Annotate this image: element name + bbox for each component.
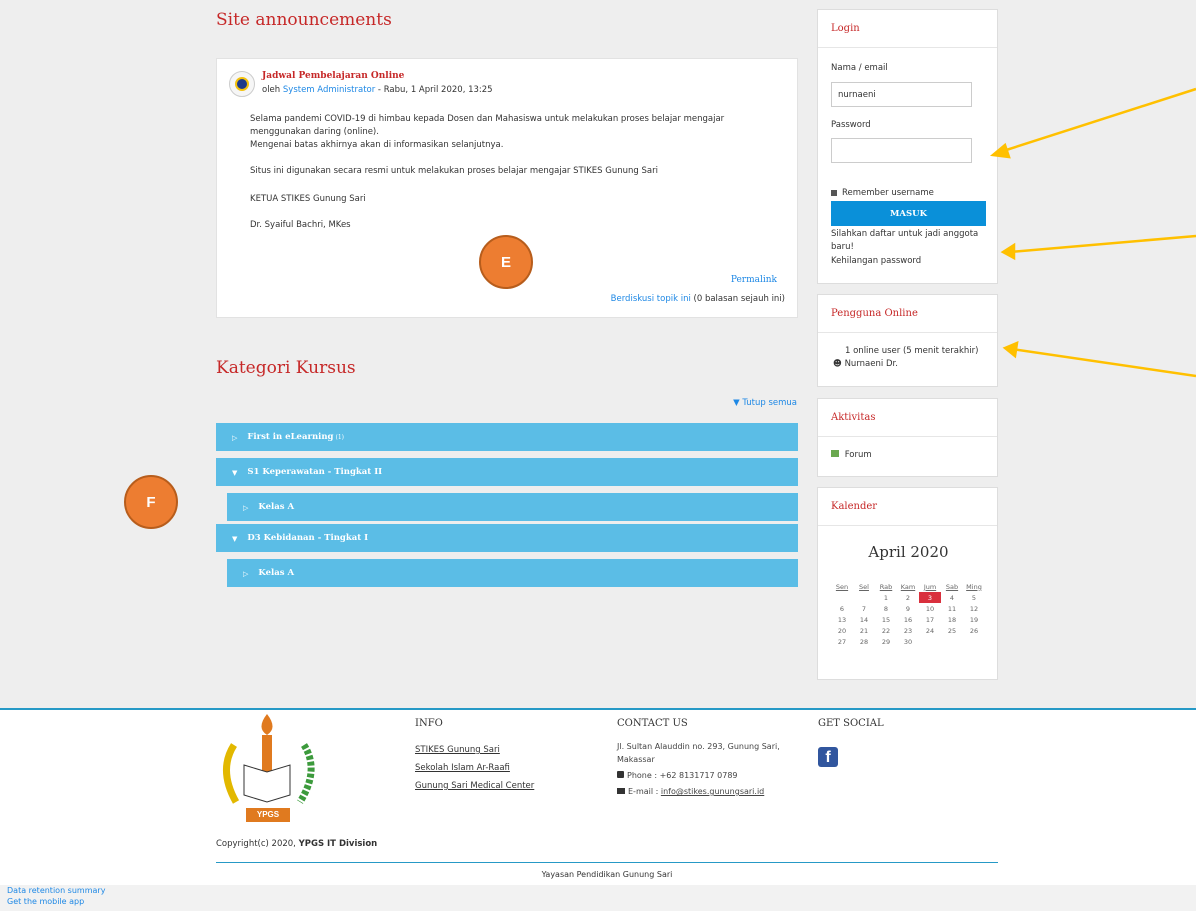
address-line: Jl. Sultan Alauddin no. 293, Gunung Sari… bbox=[617, 742, 780, 751]
ypgs-logo: YPGS bbox=[216, 710, 321, 830]
arrow-head bbox=[1000, 242, 1016, 261]
facebook-icon[interactable]: f bbox=[818, 747, 838, 767]
data-retention-link[interactable]: Data retention summary bbox=[7, 886, 105, 895]
footer-info-heading: INFO bbox=[415, 718, 443, 729]
arrow-head bbox=[989, 142, 1011, 159]
envelope-icon bbox=[617, 788, 625, 794]
arrow-to-online-users bbox=[1011, 347, 1196, 378]
footer: YPGS INFO STIKES Gunung Sari Sekolah Isl… bbox=[0, 710, 1196, 885]
copyright-org: YPGS IT Division bbox=[298, 839, 378, 849]
phone-row: Phone : +62 8131717 0789 bbox=[617, 771, 738, 780]
footer-separator bbox=[216, 862, 998, 863]
footer-social-heading: GET SOCIAL bbox=[818, 718, 884, 729]
address-line: Makassar bbox=[617, 755, 655, 764]
phone-icon bbox=[617, 771, 624, 778]
arrow-to-signup bbox=[1009, 234, 1196, 254]
email-prefix: E-mail : bbox=[628, 787, 661, 796]
footer-link-ar-raafi[interactable]: Sekolah Islam Ar-Raafi bbox=[415, 763, 510, 773]
arrow-head bbox=[1002, 340, 1019, 359]
logo-text: YPGS bbox=[256, 810, 280, 819]
phone-text: Phone : +62 8131717 0789 bbox=[627, 771, 738, 780]
arrow-to-password bbox=[999, 87, 1196, 154]
email-link[interactable]: info@stikes.gunungsari.id bbox=[661, 787, 764, 796]
page-bottom-bar: Data retention summary Get the mobile ap… bbox=[0, 885, 1196, 911]
copyright-prefix: Copyright(c) 2020, bbox=[216, 839, 296, 849]
footer-organization: Yayasan Pendidikan Gunung Sari bbox=[541, 870, 673, 879]
email-row: E-mail : info@stikes.gunungsari.id bbox=[617, 787, 764, 796]
copyright: Copyright(c) 2020, YPGS IT Division bbox=[216, 839, 377, 849]
footer-contact-heading: CONTACT US bbox=[617, 718, 688, 729]
footer-link-medical-center[interactable]: Gunung Sari Medical Center bbox=[415, 781, 534, 791]
footer-link-stikes[interactable]: STIKES Gunung Sari bbox=[415, 745, 500, 755]
mobile-app-link[interactable]: Get the mobile app bbox=[7, 897, 84, 906]
